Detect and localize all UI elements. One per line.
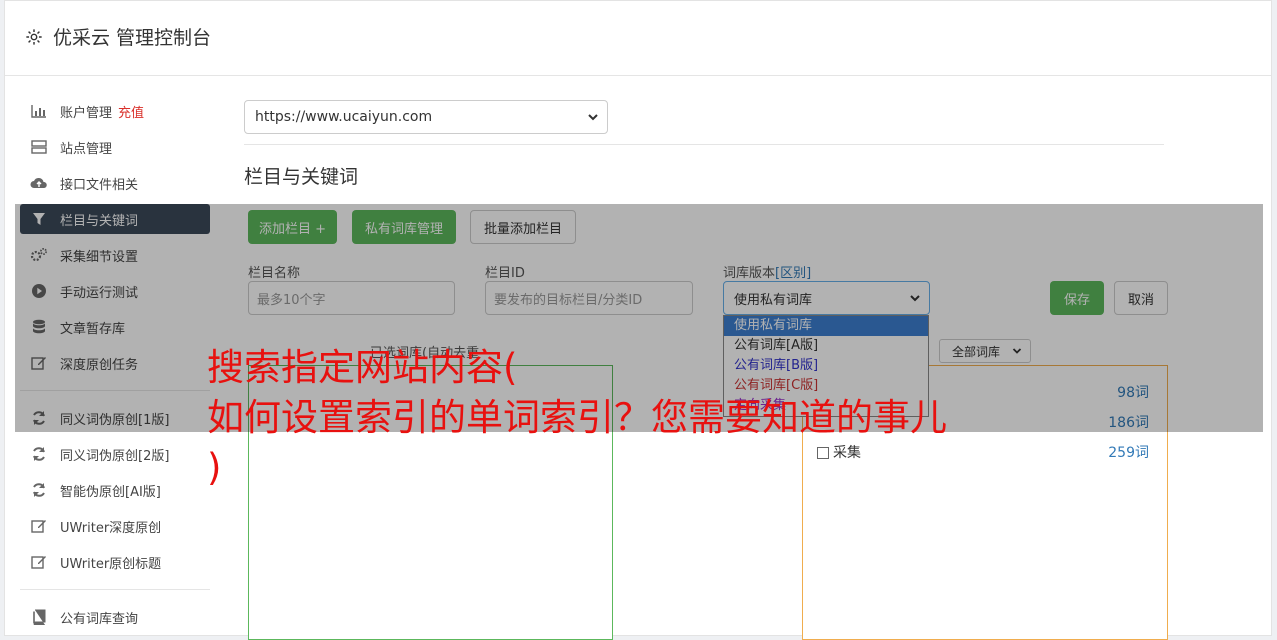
library-filter-select[interactable]: 全部词库	[939, 339, 1031, 363]
chevron-down-icon	[588, 114, 598, 121]
sidebar-item-collect-settings[interactable]: 采集细节设置	[20, 240, 210, 270]
sidebar-item-label: 账户管理	[60, 105, 113, 121]
edit-icon	[30, 354, 48, 372]
sidebar-item-label: 深度原创任务	[60, 357, 139, 373]
sidebar-item-label: 站点管理	[60, 141, 113, 157]
sidebar-item-article-store[interactable]: 文章暂存库	[20, 312, 210, 342]
sidebar-item-label: 同义词伪原创[2版]	[60, 448, 170, 464]
edit-icon	[30, 517, 48, 535]
database-icon	[30, 318, 48, 336]
banner-line: 如何设置索引的单词索引？您需要知道的事儿	[207, 396, 947, 439]
console-header: 优采云 管理控制台	[5, 1, 1271, 76]
bar-chart-icon	[30, 102, 48, 120]
gear-icon	[26, 28, 42, 45]
chevron-down-icon	[1012, 348, 1022, 354]
sidebar-item-manual-run[interactable]: 手动运行测试	[20, 276, 210, 306]
version-diff-link[interactable]: [区别]	[775, 266, 811, 281]
sidebar: 账户管理 充值 站点管理 接口文件相关 栏目与关键词 采集细节设置 手动运行测试…	[20, 96, 210, 638]
sidebar-item-label: UWriter原创标题	[60, 556, 162, 572]
sidebar-divider	[20, 589, 210, 590]
library-filter-value: 全部词库	[952, 344, 1001, 359]
sidebar-item-interface[interactable]: 接口文件相关	[20, 168, 210, 198]
sidebar-item-sites[interactable]: 站点管理	[20, 132, 210, 162]
save-button[interactable]: 保存	[1050, 281, 1104, 315]
page-title: 优采云 管理控制台	[25, 23, 211, 50]
gears-icon	[30, 246, 48, 264]
sidebar-item-ai-original[interactable]: 智能伪原创[AI版]	[20, 475, 210, 505]
sidebar-item-synonym-v1[interactable]: 同义词伪原创[1版]	[20, 403, 210, 433]
banner-line: )	[207, 446, 222, 489]
library-count: 98词	[1117, 385, 1149, 401]
recharge-link[interactable]: 充值	[118, 102, 144, 121]
sidebar-item-uwriter-title[interactable]: UWriter原创标题	[20, 547, 210, 577]
library-count: 259词	[1108, 445, 1149, 461]
site-select-value: https://www.ucaiyun.com	[255, 109, 433, 125]
sidebar-item-public-lib[interactable]: 公有词库查询	[20, 602, 210, 632]
sidebar-item-columns[interactable]: 栏目与关键词	[20, 204, 210, 234]
divider	[244, 144, 1164, 145]
cloud-upload-icon	[30, 174, 48, 192]
column-id-input[interactable]: 要发布的目标栏目/分类ID	[485, 281, 693, 315]
cancel-button[interactable]: 取消	[1114, 281, 1168, 315]
version-select[interactable]: 使用私有词库	[723, 281, 930, 315]
sidebar-item-label: 采集细节设置	[60, 249, 139, 265]
add-column-button[interactable]: 添加栏目 +	[248, 210, 337, 244]
server-icon	[30, 138, 48, 156]
chevron-down-icon	[910, 295, 920, 302]
column-id-label: 栏目ID	[485, 266, 525, 281]
sidebar-item-label: 接口文件相关	[60, 177, 139, 193]
banner-line: 搜索指定网站内容(	[207, 346, 518, 389]
headline-banner: 搜索指定网站内容( 如何设置索引的单词索引？您需要知道的事儿 )	[207, 343, 947, 493]
header-title: 优采云 管理控制台	[53, 27, 212, 49]
filter-icon	[30, 210, 48, 228]
sidebar-item-account[interactable]: 账户管理 充值	[20, 96, 210, 126]
sidebar-item-label: 栏目与关键词	[60, 213, 139, 229]
refresh-icon	[30, 409, 48, 427]
sidebar-item-label: 手动运行测试	[60, 285, 139, 301]
sidebar-divider	[20, 390, 210, 391]
column-name-input[interactable]: 最多10个字	[248, 281, 455, 315]
sidebar-item-label: UWriter深度原创	[60, 520, 162, 536]
play-circle-icon	[30, 282, 48, 300]
sidebar-item-uwriter-deep[interactable]: UWriter深度原创	[20, 511, 210, 541]
version-select-value: 使用私有词库	[734, 292, 813, 308]
refresh-icon	[30, 445, 48, 463]
section-title: 栏目与关键词	[244, 166, 359, 188]
sidebar-item-label: 公有词库查询	[60, 611, 139, 627]
batch-add-button[interactable]: 批量添加栏目	[470, 210, 576, 244]
sidebar-item-label: 文章暂存库	[60, 321, 126, 337]
book-icon	[30, 608, 48, 626]
library-count: 186词	[1108, 415, 1149, 431]
column-name-label: 栏目名称	[248, 266, 301, 281]
sidebar-item-label: 同义词伪原创[1版]	[60, 412, 170, 428]
sidebar-item-label: 智能伪原创[AI版]	[60, 484, 161, 500]
refresh-icon	[30, 481, 48, 499]
edit-icon	[30, 553, 48, 571]
sidebar-item-deep-original[interactable]: 深度原创任务	[20, 348, 210, 378]
site-select[interactable]: https://www.ucaiyun.com	[244, 100, 608, 134]
version-label-text: 词库版本	[723, 266, 776, 281]
private-lib-button[interactable]: 私有词库管理	[352, 210, 456, 244]
dropdown-option[interactable]: 使用私有词库	[724, 316, 928, 336]
sidebar-item-synonym-v2[interactable]: 同义词伪原创[2版]	[20, 439, 210, 469]
version-label: 词库版本[区别]	[723, 262, 811, 281]
